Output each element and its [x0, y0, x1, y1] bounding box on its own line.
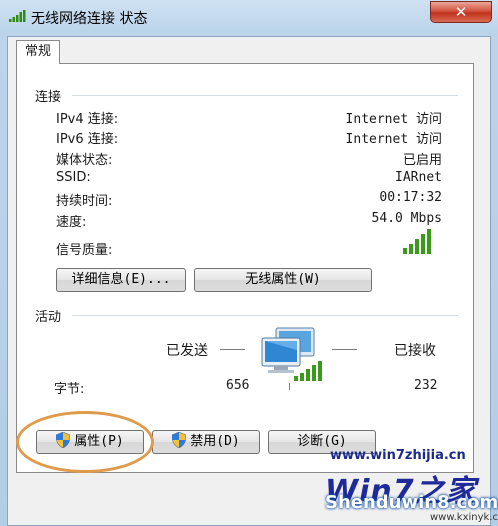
sent-label: 已发送 [166, 343, 208, 359]
wireless-signal-icon [9, 10, 26, 22]
sent-dash [220, 349, 245, 350]
network-computers-icon [261, 327, 322, 390]
uac-shield-icon [172, 432, 187, 448]
signal-bar-5 [427, 229, 431, 254]
title-bar: 无线网络连接 状态 ✕ [0, 0, 498, 34]
details-button[interactable]: 详细信息(E)... [56, 268, 186, 292]
window-title: 无线网络连接 状态 [31, 11, 148, 27]
received-dash [332, 349, 357, 350]
diagnose-button-label: 诊断(G) [297, 434, 347, 449]
duration-value: 00:17:32 [379, 190, 442, 205]
speed-label: 速度: [56, 215, 87, 230]
signal-bar-3 [415, 239, 419, 254]
watermark-site: Shenduwin8.com [325, 492, 498, 513]
connection-heading: 连接 [35, 90, 62, 105]
signal-strength-icon [403, 229, 431, 254]
wireless-properties-button[interactable]: 无线属性(W) [194, 268, 372, 292]
highlight-annotation [16, 411, 154, 473]
activity-heading: 活动 [35, 310, 62, 325]
speed-value: 54.0 Mbps [371, 211, 442, 226]
duration-label: 持续时间: [56, 194, 113, 209]
signal-bar-2 [409, 244, 413, 254]
ssid-label: SSID: [56, 170, 91, 185]
ipv4-label: IPv4 连接: [56, 112, 119, 127]
received-label: 已接收 [394, 343, 436, 359]
signal-bar-1 [403, 248, 407, 254]
connection-divider [72, 95, 458, 96]
close-icon: ✕ [454, 3, 468, 21]
bytes-received-value: 232 [414, 378, 438, 393]
ipv6-value: Internet 访问 [345, 132, 442, 147]
disable-button[interactable]: 禁用(D) [152, 430, 260, 454]
ipv6-label: IPv6 连接: [56, 132, 119, 147]
disable-button-label: 禁用(D) [190, 434, 240, 449]
media-state-label: 媒体状态: [56, 153, 113, 168]
wireless-properties-label: 无线属性(W) [245, 272, 321, 287]
watermark-url: www.win7zhijia.cn [330, 448, 466, 463]
activity-divider [72, 315, 458, 316]
ipv4-value: Internet 访问 [345, 112, 442, 127]
signal-bar-4 [421, 234, 425, 254]
bytes-sent-value: 656 [226, 378, 250, 393]
ssid-value: IARnet [395, 170, 442, 185]
close-button[interactable]: ✕ [430, 1, 492, 23]
media-state-value: 已启用 [402, 153, 442, 168]
tab-general[interactable]: 常规 [16, 40, 60, 64]
details-button-label: 详细信息(E)... [71, 272, 171, 287]
signal-quality-label: 信号质量: [56, 243, 113, 258]
bytes-label: 字节: [54, 382, 85, 397]
watermark-url-small: www.kxinyk.com [430, 512, 498, 523]
